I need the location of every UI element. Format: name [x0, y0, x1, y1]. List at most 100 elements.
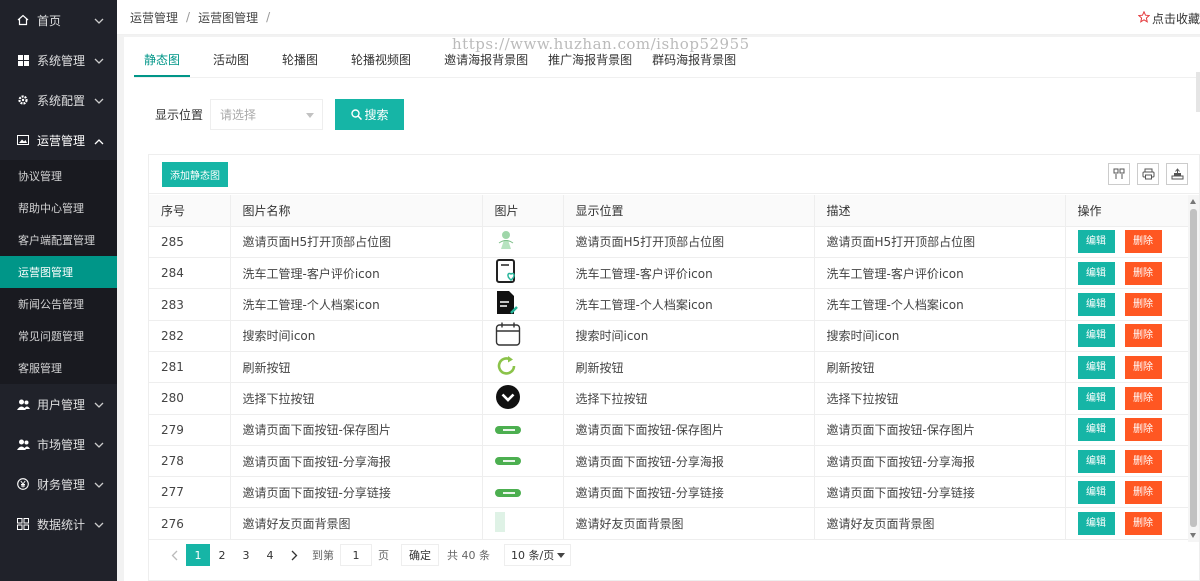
breadcrumb-separator: /	[186, 10, 191, 24]
dropdown-circle-icon[interactable]	[495, 384, 521, 413]
users-icon	[16, 437, 30, 451]
cell-id: 280	[149, 382, 231, 415]
edit-button[interactable]: 编辑	[1077, 512, 1115, 536]
prev-page-icon[interactable]	[162, 544, 186, 566]
gear-icon	[16, 93, 30, 107]
sidebar-item-agreement[interactable]: 协议管理	[0, 160, 117, 192]
edit-button[interactable]: 编辑	[1077, 293, 1115, 317]
page-2[interactable]: 2	[210, 544, 234, 566]
sidebar-item-market[interactable]: 市场管理	[0, 424, 117, 464]
header-name[interactable]: 图片名称	[230, 195, 483, 227]
page-3[interactable]: 3	[234, 544, 258, 566]
sidebar-item-news[interactable]: 新闻公告管理	[0, 288, 117, 320]
add-static-image-button[interactable]: 添加静态图	[162, 162, 228, 187]
green-pill-button[interactable]	[494, 454, 521, 468]
cell-position: 邀请好友页面背景图	[563, 507, 815, 540]
sidebar-item-faq[interactable]: 常见问题管理	[0, 320, 117, 352]
header-image[interactable]: 图片	[482, 195, 564, 227]
select-placeholder: 请选择	[220, 108, 257, 122]
refresh-icon[interactable]	[495, 354, 519, 381]
delete-button[interactable]: 删除	[1124, 386, 1162, 410]
edit-button[interactable]: 编辑	[1077, 386, 1115, 410]
columns-filter-icon[interactable]	[1108, 163, 1130, 185]
top-bar: 运营管理 / 运营图管理 / 点击收藏	[117, 0, 1200, 35]
page-size-select[interactable]: 10 条/页	[504, 544, 571, 566]
delete-button[interactable]: 删除	[1124, 261, 1162, 285]
calendar-icon[interactable]	[495, 321, 521, 350]
favorite-button[interactable]: 点击收藏	[1137, 10, 1200, 27]
edit-button[interactable]: 编辑	[1077, 480, 1115, 504]
goto-page-input[interactable]: 1	[340, 544, 372, 566]
next-page-icon[interactable]	[282, 544, 306, 566]
print-icon[interactable]	[1137, 163, 1159, 185]
sidebar-item-finance[interactable]: 财务管理	[0, 464, 117, 504]
tab-carousel[interactable]: 轮播图	[272, 45, 328, 77]
cell-name: 邀请页面下面按钮-分享链接	[230, 476, 483, 509]
header-description[interactable]: 描述	[814, 195, 1066, 227]
edit-button[interactable]: 编辑	[1077, 355, 1115, 379]
cell-description: 洗车工管理-客户评价icon	[814, 257, 1066, 290]
figure-thumb[interactable]	[495, 229, 517, 254]
sidebar-item-customer-service[interactable]: 客服管理	[0, 352, 117, 384]
sidebar: 首页 系统管理 系统配置 运营管理 协议管理 帮助中心管理 客户端配置管理 运营…	[0, 0, 117, 581]
profile-doc-icon[interactable]	[495, 290, 519, 319]
delete-button[interactable]: 删除	[1124, 418, 1162, 442]
green-pill-button[interactable]	[494, 423, 521, 437]
sidebar-item-home[interactable]: 首页	[0, 0, 117, 40]
edit-button[interactable]: 编辑	[1077, 418, 1115, 442]
background-thumb[interactable]	[494, 512, 505, 535]
sidebar-item-client-config[interactable]: 客户端配置管理	[0, 224, 117, 256]
main-panel: 静态图 活动图 轮播图 轮播视频图 邀请海报背景图 推广海报背景图 群码海报背景…	[124, 37, 1200, 581]
breadcrumb-level1[interactable]: 运营管理	[130, 9, 178, 26]
delete-button[interactable]: 删除	[1124, 449, 1162, 473]
sidebar-item-users[interactable]: 用户管理	[0, 384, 117, 424]
page-4[interactable]: 4	[258, 544, 282, 566]
cell-id: 279	[149, 414, 231, 446]
users-icon	[16, 397, 30, 411]
header-id[interactable]: 序号	[149, 195, 231, 227]
sidebar-item-system-manage[interactable]: 系统管理	[0, 40, 117, 80]
delete-button[interactable]: 删除	[1124, 355, 1162, 379]
scroll-down-icon[interactable]	[1190, 533, 1196, 538]
sidebar-item-statistics[interactable]: 数据统计	[0, 504, 117, 544]
export-icon[interactable]	[1166, 163, 1188, 185]
page-1[interactable]: 1	[186, 544, 210, 566]
cell-id: 284	[149, 257, 231, 290]
cell-name: 邀请页面下面按钮-分享海报	[230, 445, 483, 478]
search-button[interactable]: 搜索	[335, 99, 405, 130]
edit-button[interactable]: 编辑	[1077, 261, 1115, 285]
chevron-down-icon	[94, 54, 104, 68]
breadcrumb-level2[interactable]: 运营图管理	[198, 9, 258, 26]
edit-button[interactable]: 编辑	[1077, 449, 1115, 473]
delete-button[interactable]: 删除	[1124, 293, 1162, 317]
edit-button[interactable]: 编辑	[1077, 324, 1115, 348]
green-pill-button[interactable]	[494, 486, 521, 500]
table-row: 281 刷新按钮 刷新按钮 刷新按钮 编辑 删除	[149, 351, 1189, 384]
goto-confirm-button[interactable]: 确定	[401, 544, 439, 566]
delete-button[interactable]: 删除	[1124, 480, 1162, 504]
image-icon	[16, 133, 30, 147]
position-select[interactable]: 请选择	[210, 99, 324, 130]
table-scrollbar[interactable]	[1188, 195, 1199, 542]
sidebar-item-label: 财务管理	[37, 477, 86, 492]
cell-id: 283	[149, 288, 231, 321]
delete-button[interactable]: 删除	[1124, 512, 1162, 536]
sidebar-item-operations[interactable]: 运营管理	[0, 120, 117, 160]
table-row: 277 邀请页面下面按钮-分享链接 邀请页面下面按钮-分享链接 邀请页面下面按钮…	[149, 476, 1189, 509]
sidebar-item-operation-images[interactable]: 运营图管理	[0, 256, 117, 288]
delete-button[interactable]: 删除	[1124, 324, 1162, 348]
header-position[interactable]: 显示位置	[563, 195, 815, 227]
tab-carousel-video[interactable]: 轮播视频图	[341, 45, 421, 77]
review-doc-icon[interactable]	[495, 258, 519, 288]
sidebar-item-system-config[interactable]: 系统配置	[0, 80, 117, 120]
tab-activity[interactable]: 活动图	[203, 45, 259, 77]
scrollbar-thumb[interactable]	[1190, 209, 1197, 527]
edit-button[interactable]: 编辑	[1077, 230, 1115, 254]
sidebar-item-help-center[interactable]: 帮助中心管理	[0, 192, 117, 224]
scroll-up-icon[interactable]	[1190, 199, 1196, 204]
page-size-value: 10 条/页	[511, 549, 555, 562]
delete-button[interactable]: 删除	[1124, 230, 1162, 254]
cell-description: 刷新按钮	[814, 351, 1066, 384]
tab-static[interactable]: 静态图	[134, 45, 191, 77]
windows-icon	[16, 53, 30, 67]
